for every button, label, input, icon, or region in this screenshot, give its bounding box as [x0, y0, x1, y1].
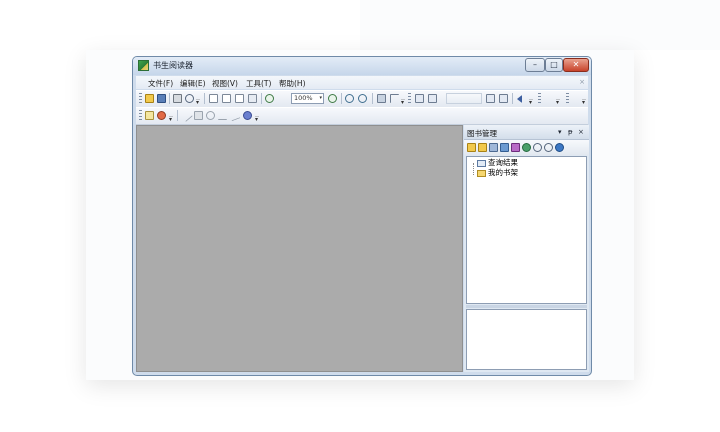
- book-management-panel: 图书管理 ▾ ᵽ × 查询结果 我的书架: [464, 125, 589, 372]
- tree-connector: [473, 163, 475, 175]
- eraser-icon[interactable]: [194, 111, 203, 120]
- panel-pin-icon[interactable]: ᵽ: [568, 128, 573, 136]
- annotation-toolbar: ‥ ▾ ‥ ▾: [136, 107, 588, 125]
- toolbar-grip[interactable]: [139, 110, 142, 121]
- facing-page-icon[interactable]: [235, 94, 244, 103]
- tree-item-label: 查询结果: [488, 158, 518, 167]
- search-result-icon: [477, 159, 486, 167]
- text-tool-icon[interactable]: [390, 94, 399, 103]
- zoom-out-icon[interactable]: [265, 94, 274, 103]
- panel-toolbar: [464, 140, 589, 155]
- toolbar-separator: [204, 93, 205, 104]
- app-window: 书生阅读器 – □ ✕ 文件(F) 编辑(E) 视图(V) 工具(T) 帮助(H…: [132, 56, 592, 376]
- toolbar-separator: [169, 93, 170, 104]
- find-icon[interactable]: [185, 94, 194, 103]
- pen-icon[interactable]: [180, 109, 193, 122]
- document-view[interactable]: [136, 125, 463, 372]
- last-page-icon[interactable]: [499, 94, 508, 103]
- menu-tools[interactable]: 工具(T): [246, 78, 271, 89]
- toolbar-separator: [512, 93, 513, 104]
- toolbar-separator: [177, 110, 178, 121]
- arrow-icon[interactable]: [228, 109, 241, 122]
- toolbar-overflow-icon[interactable]: ‥ ▾: [196, 96, 201, 106]
- tree-item-label: 我的书架: [488, 168, 518, 177]
- book-tree: 查询结果 我的书架: [466, 156, 587, 304]
- sync-icon[interactable]: [555, 143, 564, 152]
- background-strip: [360, 0, 720, 50]
- toolbar-separator: [341, 93, 342, 104]
- shield-icon[interactable]: [500, 143, 509, 152]
- toolbar-overflow-icon[interactable]: ‥ ▾: [556, 96, 561, 106]
- mdi-close-icon[interactable]: ×: [579, 78, 585, 86]
- panel-title: 图书管理: [467, 129, 497, 138]
- maximize-button[interactable]: □: [545, 58, 563, 72]
- toolbar-grip[interactable]: [408, 93, 411, 104]
- panel-close-icon[interactable]: ×: [578, 128, 584, 136]
- next-page-icon[interactable]: [486, 94, 495, 103]
- menu-bar: 文件(F) 编辑(E) 视图(V) 工具(T) 帮助(H) ×: [136, 76, 588, 89]
- panel-header: 图书管理 ▾ ᵽ ×: [464, 125, 589, 140]
- open-icon[interactable]: [145, 94, 154, 103]
- toolbar-overflow-icon[interactable]: ‥ ▾: [169, 113, 174, 123]
- toolbar-separator: [372, 93, 373, 104]
- tag-icon[interactable]: [522, 143, 531, 152]
- magnify-out-icon[interactable]: [358, 94, 367, 103]
- toolbar-grip[interactable]: [566, 93, 569, 104]
- new-shelf-icon[interactable]: [467, 143, 476, 152]
- toolbar-overflow-icon[interactable]: ‥ ▾: [401, 96, 406, 106]
- download-icon[interactable]: [511, 143, 520, 152]
- window-title: 书生阅读器: [153, 61, 193, 70]
- panel-menu-icon[interactable]: ▾: [558, 128, 562, 136]
- minimize-button[interactable]: –: [525, 58, 545, 72]
- highlight-icon[interactable]: [157, 111, 166, 120]
- toolbar-separator: [261, 93, 262, 104]
- ellipse-icon[interactable]: [206, 111, 215, 120]
- back-icon[interactable]: [517, 95, 522, 103]
- comment-icon[interactable]: [145, 111, 154, 120]
- chevron-down-icon[interactable]: ▾: [319, 94, 322, 103]
- main-toolbar: ‥ ▾ 100% ▾ ‥ ▾ ‥ ▾ ‥ ▾ ‥ ▾: [136, 90, 588, 108]
- toolbar-overflow-icon[interactable]: ‥ ▾: [529, 96, 534, 106]
- toolbar-grip[interactable]: [538, 93, 541, 104]
- close-button[interactable]: ✕: [563, 58, 589, 72]
- panel-splitter[interactable]: [466, 305, 587, 308]
- select-tool-icon[interactable]: [377, 94, 386, 103]
- open-folder-icon[interactable]: [478, 143, 487, 152]
- print-icon[interactable]: [173, 94, 182, 103]
- book-info-pane: [466, 309, 587, 370]
- app-icon: [138, 60, 149, 71]
- toolbar-overflow-icon[interactable]: ‥ ▾: [255, 113, 260, 123]
- first-page-icon[interactable]: [415, 94, 424, 103]
- magnify-in-icon[interactable]: [345, 94, 354, 103]
- toolbar-grip[interactable]: [139, 93, 142, 104]
- advanced-search-icon[interactable]: [544, 143, 553, 152]
- menu-edit[interactable]: 编辑(E): [180, 78, 206, 89]
- page-number-box[interactable]: [446, 93, 482, 104]
- menu-help[interactable]: 帮助(H): [279, 78, 306, 89]
- menu-file[interactable]: 文件(F): [148, 78, 173, 89]
- folder-icon: [477, 169, 486, 177]
- menu-view[interactable]: 视图(V): [212, 78, 238, 89]
- save-icon[interactable]: [157, 94, 166, 103]
- zoom-in-icon[interactable]: [328, 94, 337, 103]
- search-icon[interactable]: [533, 143, 542, 152]
- title-bar[interactable]: 书生阅读器 – □ ✕: [133, 57, 591, 75]
- previous-page-icon[interactable]: [428, 94, 437, 103]
- toolbar-overflow-icon[interactable]: ‥ ▾: [582, 96, 587, 106]
- import-icon[interactable]: [489, 143, 498, 152]
- tree-item-my-bookshelf[interactable]: 我的书架: [477, 168, 518, 178]
- tree-item-search-results[interactable]: 查询结果: [477, 158, 518, 168]
- line-icon[interactable]: [218, 111, 227, 120]
- continuous-page-icon[interactable]: [222, 94, 231, 103]
- stamp-icon[interactable]: [243, 111, 252, 120]
- zoom-level-value: 100%: [294, 94, 313, 102]
- zoom-level-combobox[interactable]: 100% ▾: [291, 93, 324, 104]
- single-page-icon[interactable]: [209, 94, 218, 103]
- fit-page-icon[interactable]: [248, 94, 257, 103]
